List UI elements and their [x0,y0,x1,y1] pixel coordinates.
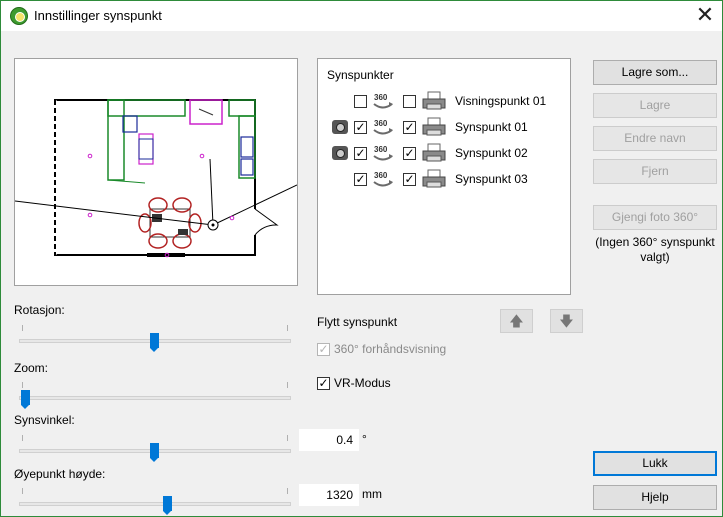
rotation-slider[interactable] [19,317,291,352]
view-angle-input[interactable]: 0.4 [299,429,359,451]
svg-text:360: 360 [374,93,388,102]
svg-text:360: 360 [374,119,388,128]
move-down-button[interactable]: 🡇 [550,309,583,333]
eye-height-slider[interactable] [19,480,291,515]
slider-thumb[interactable] [162,496,172,515]
vr-mode-checkbox[interactable] [317,376,330,390]
viewpoint-row-1[interactable]: 360 Visningspunkt 01 [318,91,570,113]
viewpoint-row-2[interactable]: 360 Synspunkt 01 [318,117,570,139]
zoom-slider[interactable] [19,374,291,409]
view-angle-slider[interactable] [19,427,291,462]
zoom-label: Zoom: [14,361,49,375]
arrow-up-icon: 🡅 [509,313,524,329]
printer-icon [422,143,446,162]
pano-checkbox[interactable] [354,173,367,186]
viewpoint-row-3[interactable]: 360 Synspunkt 02 [318,143,570,165]
floor-plan-preview[interactable] [14,58,298,286]
viewpoint-label: Visningspunkt 01 [455,94,547,108]
vr-mode-label: VR-Modus [334,376,391,390]
view-angle-label: Synsvinkel: [14,413,75,427]
viewpoint-list-header: Synspunkter [327,68,394,82]
arrow-down-icon: 🡇 [559,313,574,329]
pano-checkbox[interactable] [354,95,367,108]
printer-icon [422,169,446,188]
viewpoint-app-icon [10,7,28,25]
360-icon: 360 [373,171,393,187]
360-icon: 360 [373,119,393,135]
save-as-button[interactable]: Lagre som... [593,60,717,85]
360-icon: 360 [373,93,393,109]
visible-checkbox[interactable] [403,95,416,108]
eye-height-label: Øyepunkt høyde: [14,467,106,481]
viewpoint-label: Synspunkt 01 [455,120,528,134]
visible-checkbox[interactable] [403,121,416,134]
viewpoint-label: Synspunkt 02 [455,146,528,160]
view-angle-unit: ° [362,432,367,446]
visible-checkbox[interactable] [403,147,416,160]
preview-360-option[interactable]: 360° forhåndsvisning [317,342,446,356]
eye-height-unit: mm [362,487,382,501]
360-icon: 360 [373,145,393,161]
pano-checkbox[interactable] [354,121,367,134]
eye-height-input[interactable]: 1320 [299,484,359,506]
slider-thumb[interactable] [150,333,159,352]
pano-checkbox[interactable] [354,147,367,160]
save-button[interactable]: Lagre [593,93,717,118]
viewpoint-list[interactable]: Synspunkter 360 Visningspunkt 01 360 Syn… [317,58,571,295]
render-360-button[interactable]: Gjengi foto 360° [593,205,717,230]
camera-icon [332,120,348,134]
camera-icon [332,146,348,160]
title-bar: Innstillinger synspunkt ✕ [1,1,722,31]
slider-thumb[interactable] [21,390,30,409]
slider-track [19,502,291,506]
move-viewpoint-label: Flytt synspunkt [317,315,398,329]
remove-button[interactable]: Fjern [593,159,717,184]
move-up-button[interactable]: 🡅 [500,309,533,333]
floor-plan-drawing [14,99,298,258]
slider-track [19,396,291,400]
viewpoint-settings-dialog: Innstillinger synspunkt ✕ Synspunkter 36… [0,0,723,517]
visible-checkbox[interactable] [403,173,416,186]
render-note: (Ingen 360° synspunkt valgt) [595,235,715,264]
viewpoint-label: Synspunkt 03 [455,172,528,186]
preview-360-checkbox[interactable] [317,342,330,356]
help-button[interactable]: Hjelp [593,485,717,510]
svg-text:360: 360 [374,171,388,180]
printer-icon [422,91,446,110]
close-button[interactable]: Lukk [593,451,717,476]
close-icon[interactable]: ✕ [690,1,720,31]
viewpoint-row-4[interactable]: 360 Synspunkt 03 [318,169,570,191]
printer-icon [422,117,446,136]
preview-360-label: 360° forhåndsvisning [334,342,447,356]
slider-thumb[interactable] [150,443,159,462]
rename-button[interactable]: Endre navn [593,126,717,151]
dialog-title: Innstillinger synspunkt [34,8,162,23]
rotation-label: Rotasjon: [14,303,65,317]
vr-mode-option[interactable]: VR-Modus [317,376,391,390]
svg-text:360: 360 [374,145,388,154]
